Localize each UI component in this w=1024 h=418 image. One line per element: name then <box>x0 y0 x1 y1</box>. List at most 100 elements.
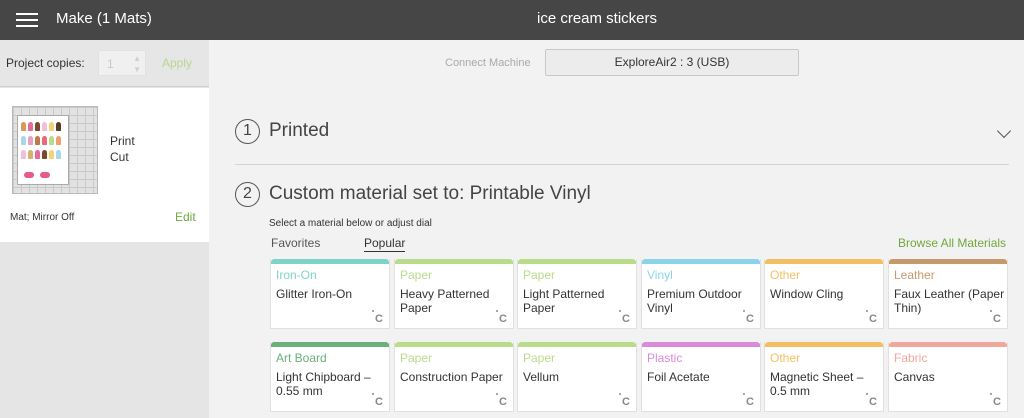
material-tile[interactable]: Paper Vellum C <box>517 342 637 412</box>
step-1-title[interactable]: Printed <box>269 120 329 142</box>
dial-setting-icon: C <box>372 393 383 408</box>
ice-cream-sticker <box>49 136 54 145</box>
material-category: Paper <box>523 268 556 282</box>
main-panel: Connect Machine ExploreAir2 : 3 (USB) 1 … <box>209 40 1024 418</box>
material-name: Vellum <box>523 370 560 384</box>
mat-thumbnail[interactable] <box>12 106 98 194</box>
dial-setting-icon: C <box>496 310 507 325</box>
dial-setting-icon: C <box>866 393 877 408</box>
copies-value: 1 <box>107 57 114 71</box>
ice-cream-sticker <box>49 122 54 131</box>
dial-setting-icon: C <box>619 393 630 408</box>
mat-edit-link[interactable]: Edit <box>175 210 196 224</box>
browse-all-materials-link[interactable]: Browse All Materials <box>898 236 1006 250</box>
material-category: Fabric <box>894 351 928 365</box>
material-category: Paper <box>400 351 433 365</box>
ice-cream-sticker <box>42 150 47 159</box>
material-tile[interactable]: Art Board Light Chipboard – 0.55 mm C <box>270 342 390 412</box>
ice-cream-sticker <box>56 150 61 159</box>
ice-cream-sticker <box>56 122 61 131</box>
material-category: Paper <box>400 268 433 282</box>
top-header: Make (1 Mats) ice cream stickers <box>0 0 1024 40</box>
material-hint: Select a material below or adjust dial <box>269 218 432 229</box>
chevron-up-icon[interactable]: ▲ <box>133 54 141 63</box>
tab-popular[interactable]: Popular <box>364 236 406 252</box>
tile-color-bar <box>889 259 1007 264</box>
step-2-title: Custom material set to: Printable Vinyl <box>269 183 591 204</box>
section-divider <box>235 164 1009 165</box>
dial-setting-icon: C <box>619 310 630 325</box>
dial-setting-icon: C <box>372 310 383 325</box>
machine-select-button[interactable]: ExploreAir2 : 3 (USB) <box>545 49 799 76</box>
ice-cream-sticker <box>21 122 26 131</box>
material-name: Foil Acetate <box>647 370 710 384</box>
tile-color-bar <box>395 259 513 264</box>
chevron-down-icon[interactable]: ▼ <box>133 65 141 74</box>
mat-sidebar: Project copies: 1 ▲ ▼ Apply Print Cut Ma… <box>0 40 209 418</box>
material-tile[interactable]: Leather Faux Leather (Paper Thin) C <box>888 259 1008 329</box>
material-tile[interactable]: Paper Heavy Patterned Paper C <box>394 259 514 329</box>
material-tile[interactable]: Vinyl Premium Outdoor Vinyl C <box>641 259 761 329</box>
ice-cream-sticker <box>21 136 26 145</box>
ice-cream-sticker <box>28 136 33 145</box>
material-tile[interactable]: Other Window Cling C <box>764 259 884 329</box>
ice-cream-sticker <box>35 150 40 159</box>
tile-color-bar <box>642 259 760 264</box>
step-2-number: 2 <box>235 182 260 207</box>
ice-cream-sticker <box>35 136 40 145</box>
tile-color-bar <box>271 342 389 347</box>
ice-cream-sticker <box>42 136 47 145</box>
project-copies-label: Project copies: <box>6 56 85 70</box>
mat-type-cut: Cut <box>110 150 129 164</box>
dial-setting-icon: C <box>990 310 1001 325</box>
project-copies-bar: Project copies: 1 ▲ ▼ Apply <box>0 40 209 87</box>
ice-cream-sticker <box>28 122 33 131</box>
ice-cream-sticker <box>56 136 61 145</box>
tab-favorites[interactable]: Favorites <box>271 236 320 250</box>
material-name: Window Cling <box>770 287 844 301</box>
tile-color-bar <box>271 259 389 264</box>
material-name: Glitter Iron-On <box>276 287 353 301</box>
mat-sheet-preview <box>17 115 69 185</box>
material-tile[interactable]: Plastic Foil Acetate C <box>641 342 761 412</box>
material-category: Paper <box>523 351 556 365</box>
apply-button[interactable]: Apply <box>162 56 192 70</box>
car-sticker <box>24 172 34 178</box>
tile-color-bar <box>765 342 883 347</box>
dial-setting-icon: C <box>743 310 754 325</box>
material-tile[interactable]: Paper Light Patterned Paper C <box>517 259 637 329</box>
material-category: Leather <box>894 268 935 282</box>
tile-color-bar <box>889 342 1007 347</box>
material-category: Other <box>770 268 801 282</box>
material-tile[interactable]: Paper Construction Paper C <box>394 342 514 412</box>
car-sticker <box>40 172 50 178</box>
connect-machine-label: Connect Machine <box>445 57 531 69</box>
material-tile[interactable]: Other Magnetic Sheet – 0.5 mm C <box>764 342 884 412</box>
tile-color-bar <box>518 342 636 347</box>
chevron-down-icon[interactable] <box>996 123 1012 139</box>
ice-cream-sticker <box>21 150 26 159</box>
material-tile[interactable]: Iron-On Glitter Iron-On C <box>270 259 390 329</box>
tile-color-bar <box>395 342 513 347</box>
dial-setting-icon: C <box>743 393 754 408</box>
tile-color-bar <box>765 259 883 264</box>
dial-setting-icon: C <box>496 393 507 408</box>
ice-cream-sticker <box>35 122 40 131</box>
material-category: Art Board <box>276 351 327 365</box>
mat-card[interactable]: Print Cut Mat; Mirror Off Edit <box>0 88 209 242</box>
tile-color-bar <box>642 342 760 347</box>
ice-cream-sticker <box>42 122 47 131</box>
material-name: Canvas <box>894 370 935 384</box>
ice-cream-sticker <box>28 150 33 159</box>
ice-cream-sticker <box>49 150 54 159</box>
project-title: ice cream stickers <box>536 10 658 27</box>
material-category: Other <box>770 351 801 365</box>
mat-mirror-status: Mat; Mirror Off <box>10 212 75 223</box>
step-1-number: 1 <box>235 119 260 144</box>
project-copies-input[interactable]: 1 ▲ ▼ <box>98 50 146 76</box>
material-tile[interactable]: Fabric Canvas C <box>888 342 1008 412</box>
material-category: Plastic <box>647 351 683 365</box>
dial-setting-icon: C <box>866 310 877 325</box>
material-name: Construction Paper <box>400 370 503 384</box>
material-category: Iron-On <box>276 268 317 282</box>
